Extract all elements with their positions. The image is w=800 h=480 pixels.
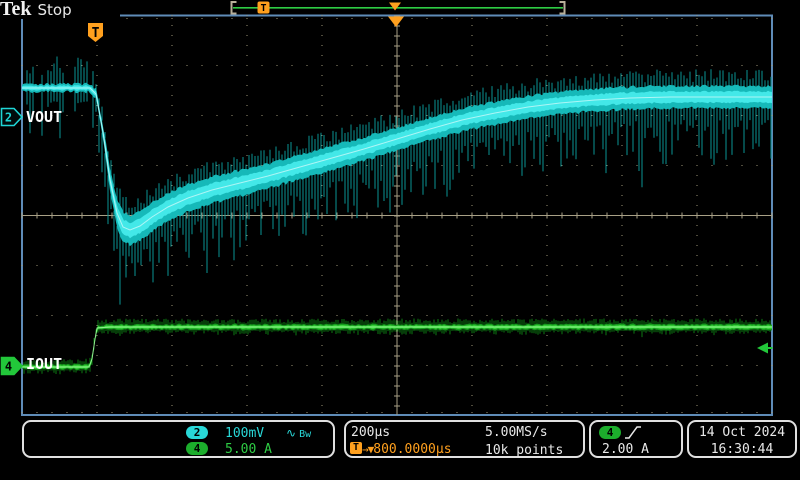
ch4-waveform-label: IOUT	[26, 356, 62, 373]
horizontal-scale-readout: 200µs	[351, 425, 390, 440]
trigger-marker-label: T	[92, 26, 100, 41]
oscilloscope-screen: T T 2 4 Tek Stop VOUT IOUT	[0, 0, 800, 480]
delay-arrows-icon: →▼	[362, 443, 373, 456]
ch2-readout-badge[interactable]: 2	[186, 426, 208, 439]
ch2-position-marker[interactable]: 2	[2, 109, 23, 126]
rising-edge-icon	[624, 425, 642, 440]
acquisition-status: Stop	[38, 1, 72, 19]
record-view-bar[interactable]: T	[232, 2, 565, 15]
ch2-waveform-label: VOUT	[26, 109, 62, 126]
ch4-position-marker[interactable]: 4	[2, 358, 23, 375]
record-trigger-position-badge[interactable]: T	[258, 2, 270, 15]
ch2-scale-readout: 100mV	[225, 426, 264, 441]
time-readout: 16:30:44	[689, 442, 795, 457]
sample-rate-readout: 5.00MS/s	[485, 425, 548, 440]
trigger-level-readout: 2.00 A	[602, 442, 649, 457]
ch4-badge-label: 4	[194, 442, 201, 455]
trigger-source-label: 4	[607, 426, 614, 439]
scope-display: T T 2 4	[0, 0, 800, 480]
date-readout: 14 Oct 2024	[689, 425, 795, 440]
top-readout: Tek Stop	[0, 0, 120, 19]
bandwidth-limit-icon: Bw	[299, 429, 311, 440]
horizontal-readout-box[interactable]: 200µs 5.00MS/s T→▼800.0000µs 10k points	[344, 420, 585, 458]
expansion-point-marker-icon[interactable]	[388, 17, 404, 28]
trigger-delay-readout[interactable]: T→▼800.0000µs	[350, 442, 452, 457]
record-trigger-badge-label: T	[260, 3, 266, 14]
trigger-source-badge[interactable]: 4	[599, 426, 621, 439]
delay-trigger-badge: T	[350, 442, 362, 454]
ch4-readout-badge[interactable]: 4	[186, 442, 208, 455]
ch4-marker-label: 4	[5, 360, 12, 374]
ch2-marker-label: 2	[5, 111, 12, 125]
datetime-box: 14 Oct 2024 16:30:44	[687, 420, 797, 458]
ch2-indicator-icons: ∿Bw	[286, 426, 311, 442]
trigger-position-marker[interactable]: T	[88, 23, 103, 42]
trigger-level-marker[interactable]	[757, 343, 773, 354]
tek-logo: Tek	[0, 0, 32, 20]
delay-value: 800.0000µs	[373, 442, 451, 457]
ch2-badge-label: 2	[194, 426, 201, 439]
coupling-wave-icon: ∿	[286, 426, 296, 440]
record-length-readout: 10k points	[485, 443, 563, 458]
channel-readout-box[interactable]: 2 100mV ∿Bw 4 5.00 A	[22, 420, 335, 458]
record-window-marker-icon[interactable]	[389, 3, 401, 11]
ch4-scale-readout: 5.00 A	[225, 442, 272, 457]
trigger-readout-box[interactable]: 4 2.00 A	[589, 420, 683, 458]
